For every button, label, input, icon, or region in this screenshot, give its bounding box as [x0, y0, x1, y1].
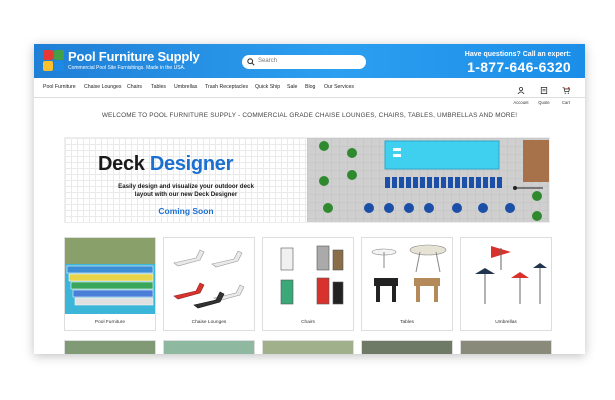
- quote-label: Quote: [538, 100, 550, 105]
- user-icon: [517, 87, 525, 95]
- quote-icon: [540, 87, 548, 94]
- browser-window: Pool Furniture Supply Commercial Pool Si…: [34, 44, 585, 354]
- banner-title-part2: Designer: [149, 153, 234, 175]
- nav-item-blog[interactable]: Blog: [305, 84, 315, 90]
- cart-icon: [562, 87, 571, 94]
- category-card-tables[interactable]: Tables: [361, 237, 453, 331]
- logo-icon[interactable]: [43, 50, 64, 71]
- nav-item-trash-receptacles[interactable]: Trash Receptacles: [205, 84, 248, 90]
- welcome-heading: WELCOME TO POOL FURNITURE SUPPLY - COMME…: [101, 112, 518, 119]
- banner-cta: Coming Soon: [158, 206, 214, 216]
- nav-item-chaise-lounges[interactable]: Chaise Lounges: [84, 84, 122, 90]
- brand-tagline: Commercial Pool Site Furnishings. Made i…: [68, 65, 186, 71]
- pool-furniture-image: [65, 238, 155, 314]
- account-label: Account: [513, 100, 529, 105]
- help-question: Have questions? Call an expert:: [464, 51, 571, 58]
- category-name[interactable]: Chaise Lounges: [164, 320, 254, 325]
- category-card-row2-3[interactable]: [262, 340, 354, 354]
- cart-label: Cart: [562, 100, 570, 105]
- search-input[interactable]: Search: [242, 55, 366, 69]
- banner-title-part1: Deck: [98, 153, 145, 175]
- account-button[interactable]: Account: [512, 81, 530, 105]
- deck-layout-image: [307, 138, 549, 222]
- banner-line-1: Easily design and visualize your outdoor…: [118, 183, 254, 190]
- category-card-row2-2[interactable]: [163, 340, 255, 354]
- banner-description: Easily design and visualize your outdoor…: [65, 183, 307, 199]
- nav-item-tables[interactable]: Tables: [151, 84, 166, 90]
- category-card-umbrellas[interactable]: Umbrellas: [460, 237, 552, 331]
- chairs-image: [263, 238, 353, 314]
- category-card-chairs[interactable]: Chairs: [262, 237, 354, 331]
- search-placeholder: Search: [258, 58, 278, 64]
- category-name[interactable]: Tables: [362, 320, 452, 325]
- banner-text-area: Deck Designer Easily design and visualiz…: [65, 138, 307, 222]
- nav-item-chairs[interactable]: Chairs: [127, 84, 142, 90]
- nav-item-sale[interactable]: Sale: [287, 84, 297, 90]
- quote-button[interactable]: Quote: [535, 81, 553, 105]
- nav-item-pool-furniture[interactable]: Pool Furniture: [43, 84, 76, 90]
- banner-line-2: layout with our new Deck Designer: [134, 191, 238, 198]
- category-card-row2-1[interactable]: [64, 340, 156, 354]
- nav-item-our-services[interactable]: Our Services: [324, 84, 354, 90]
- site-header: Pool Furniture Supply Commercial Pool Si…: [34, 44, 585, 78]
- category-name[interactable]: Pool Furniture: [65, 320, 155, 325]
- category-name[interactable]: Chairs: [263, 320, 353, 325]
- deck-layout-illustration: [307, 138, 549, 222]
- main-nav: Pool Furniture Chaise Lounges Chairs Tab…: [34, 78, 585, 105]
- phone-number[interactable]: 1-877-646-6320: [467, 59, 571, 75]
- tables-image: [362, 238, 452, 314]
- deck-designer-banner[interactable]: Deck Designer Easily design and visualiz…: [64, 137, 550, 223]
- category-card-row2-4[interactable]: [361, 340, 453, 354]
- nav-item-quick-ship[interactable]: Quick Ship: [255, 84, 280, 90]
- category-card-row2-5[interactable]: [460, 340, 552, 354]
- category-card-chaise-lounges[interactable]: Chaise Lounges: [163, 237, 255, 331]
- nav-item-umbrellas[interactable]: Umbrellas: [174, 84, 197, 90]
- category-name[interactable]: Umbrellas: [461, 320, 551, 325]
- banner-title: Deck Designer: [98, 153, 233, 176]
- brand-title[interactable]: Pool Furniture Supply: [68, 49, 200, 64]
- search-icon[interactable]: [247, 58, 255, 66]
- chaise-lounges-image: [164, 238, 254, 314]
- category-card-pool-furniture[interactable]: Pool Furniture: [64, 237, 156, 331]
- umbrellas-image: [461, 238, 551, 314]
- cart-button[interactable]: Cart: [557, 81, 575, 105]
